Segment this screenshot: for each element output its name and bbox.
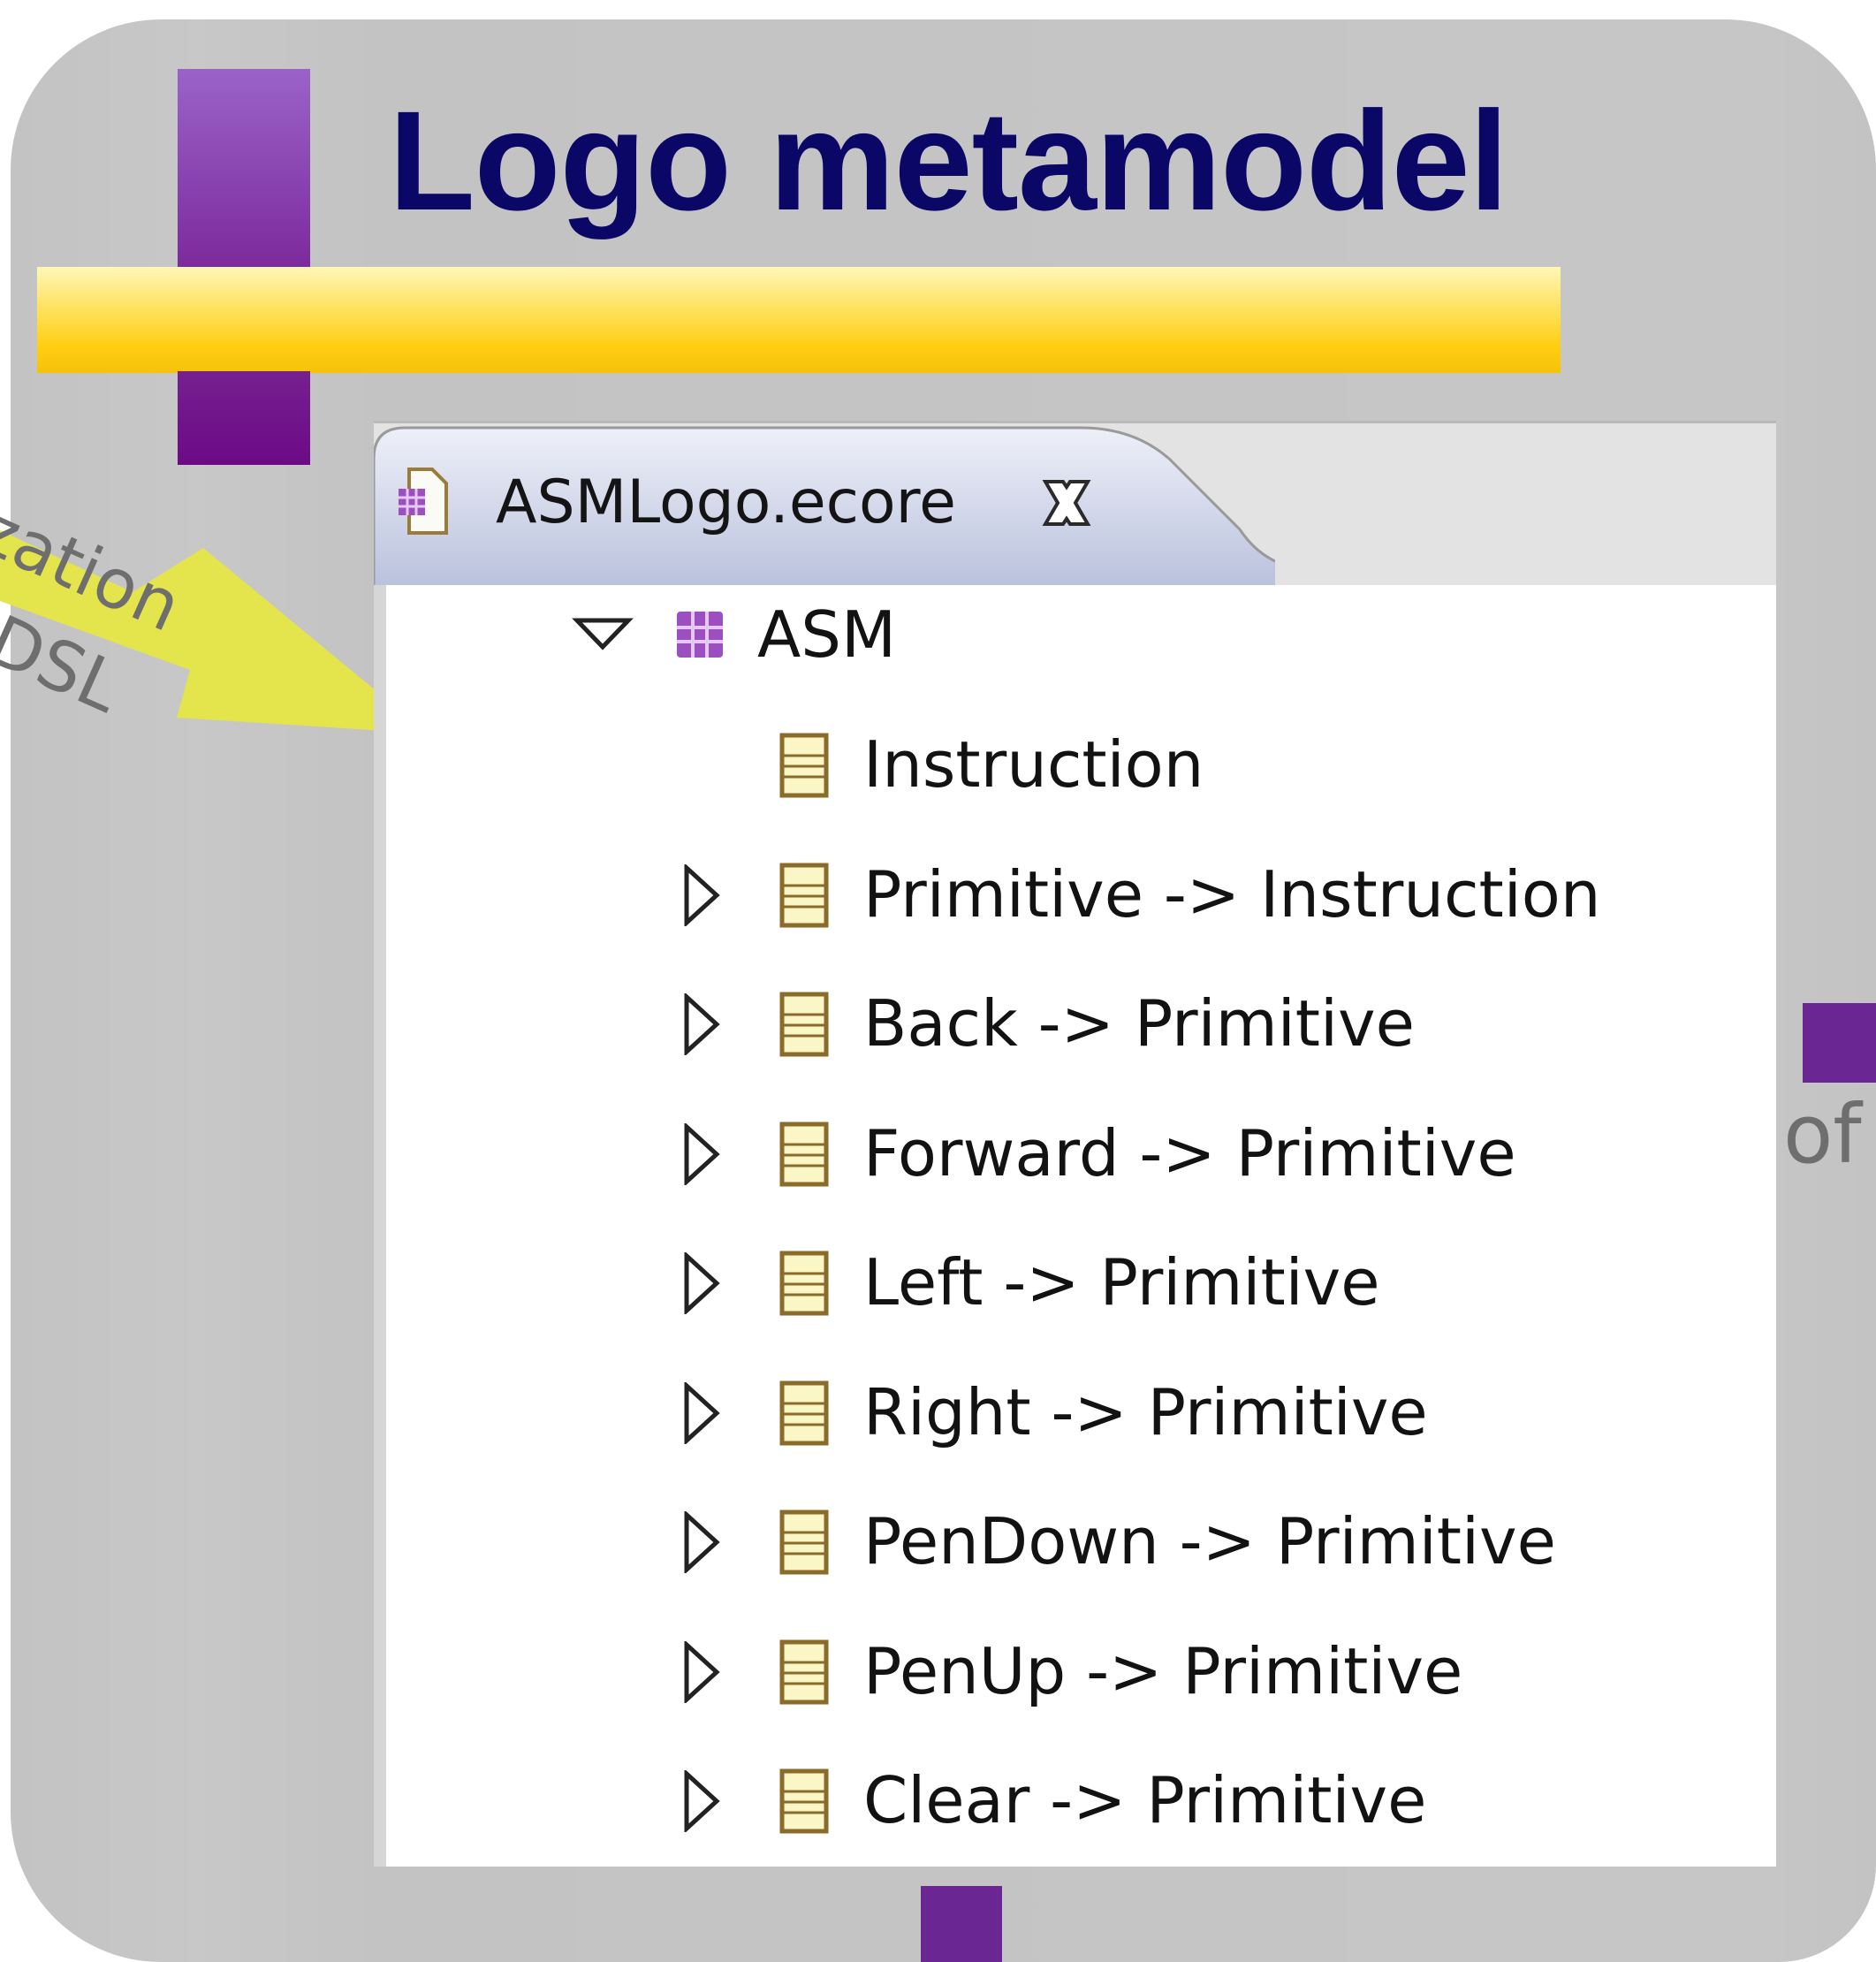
close-icon[interactable]	[1038, 475, 1095, 531]
tree-item-label: Instruction	[863, 727, 1204, 802]
tree-item-label: Primitive -> Instruction	[863, 856, 1601, 932]
package-icon	[677, 612, 723, 658]
tree-item-label: Back -> Primitive	[863, 986, 1415, 1061]
tree-item-label: Clear -> Primitive	[863, 1763, 1427, 1837]
purple-square-right	[1803, 1003, 1876, 1083]
eclass-icon	[779, 863, 829, 927]
tree-item-label: Right -> Primitive	[863, 1374, 1428, 1449]
chevron-right-icon[interactable]	[678, 863, 740, 926]
tree-item-label: Forward -> Primitive	[863, 1115, 1516, 1190]
purple-accent-bar-bottom	[178, 371, 310, 465]
tree-item-label: PenUp -> Primitive	[863, 1633, 1463, 1708]
eclass-icon	[779, 733, 829, 798]
chevron-right-icon[interactable]	[678, 1122, 740, 1185]
tree-root-label: ASM	[757, 597, 897, 672]
chevron-down-icon[interactable]	[572, 605, 634, 666]
eclass-icon	[779, 1122, 829, 1186]
ecore-editor-window: ASMLogo.ecore ASM Instruction Primitive -…	[374, 421, 1776, 1867]
chevron-right-icon[interactable]	[678, 1640, 740, 1703]
yellow-title-band	[37, 267, 1561, 373]
slide-title: Logo metamodel	[389, 81, 1508, 240]
side-caption: of	[1783, 1087, 1862, 1182]
ecore-tree-view: ASM Instruction Primitive -> Instruction B…	[374, 585, 1776, 1867]
eclass-icon	[779, 1251, 829, 1316]
eclass-icon	[779, 992, 829, 1057]
chevron-right-icon[interactable]	[678, 1511, 740, 1573]
chevron-right-icon[interactable]	[678, 1252, 740, 1314]
tree-item-label: PenDown -> Primitive	[863, 1504, 1556, 1578]
chevron-right-icon[interactable]	[678, 1381, 740, 1444]
tab-asmlogo-ecore[interactable]: ASMLogo.ecore	[374, 423, 1275, 588]
eclass-icon	[779, 1380, 829, 1445]
eclass-icon	[779, 1768, 829, 1834]
purple-accent-bar-top	[178, 69, 310, 268]
purple-square-bottom	[921, 1886, 1002, 1962]
chevron-right-icon[interactable]	[678, 1770, 740, 1832]
editor-tab-bar: ASMLogo.ecore	[374, 421, 1776, 588]
tree-item-label: Left -> Primitive	[863, 1245, 1380, 1319]
ecore-file-icon	[399, 468, 448, 535]
tab-label: ASMLogo.ecore	[496, 468, 956, 537]
eclass-icon	[779, 1510, 829, 1575]
eclass-icon	[779, 1639, 829, 1704]
chevron-right-icon[interactable]	[678, 993, 740, 1055]
